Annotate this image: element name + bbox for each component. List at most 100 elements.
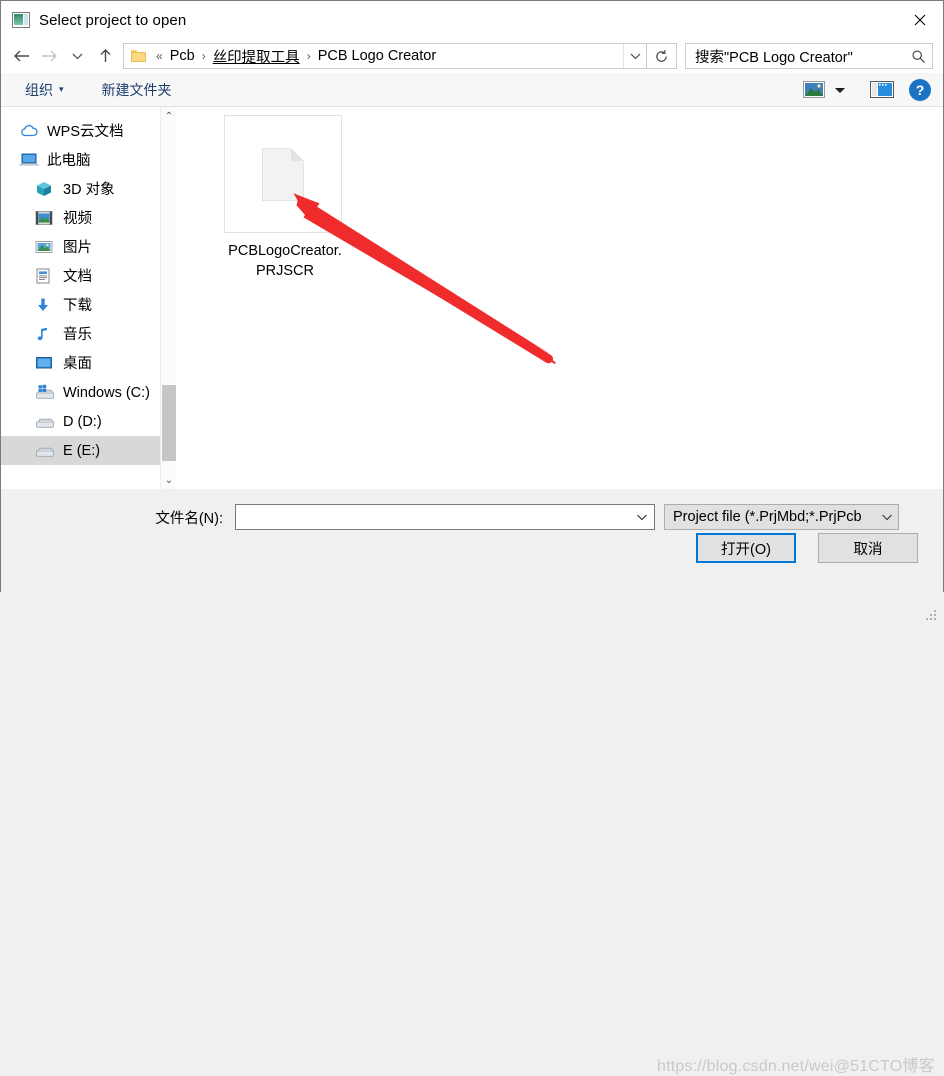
preview-pane-button[interactable] xyxy=(867,78,897,102)
folder-icon xyxy=(131,50,146,62)
sidebar-item-windows-c[interactable]: Windows (C:) xyxy=(1,378,177,407)
address-dropdown-button[interactable] xyxy=(623,44,646,68)
view-mode-icon xyxy=(803,81,825,98)
sidebar-item-wps-cloud[interactable]: WPS云文档 xyxy=(1,117,177,146)
drive-icon xyxy=(35,442,55,460)
chevron-down-icon xyxy=(882,514,892,521)
scrollbar-thumb[interactable] xyxy=(162,385,176,461)
window-title: Select project to open xyxy=(39,11,187,29)
view-dropdown-button[interactable] xyxy=(829,78,851,102)
breadcrumb-separator[interactable]: › xyxy=(198,49,210,63)
sidebar-list: WPS云文档 此电脑 3D 对象 视频 图片 文档 下载 音乐 桌面 Windo… xyxy=(1,107,177,465)
search-input[interactable]: 搜索"PCB Logo Creator" xyxy=(686,46,904,67)
sidebar-item-label: 文档 xyxy=(63,268,92,285)
sidebar-item-label: WPS云文档 xyxy=(47,123,124,140)
sidebar-item-label: 下载 xyxy=(63,297,92,314)
preview-pane-icon xyxy=(870,81,894,98)
resize-grip[interactable] xyxy=(926,610,938,622)
cloud-icon xyxy=(19,123,39,141)
refresh-icon xyxy=(656,49,667,62)
recent-locations-button[interactable] xyxy=(63,42,91,70)
sidebar-item-desktop[interactable]: 桌面 xyxy=(1,349,177,378)
back-arrow-icon xyxy=(13,50,29,62)
window-buttons xyxy=(897,1,943,39)
refresh-button[interactable] xyxy=(647,43,677,69)
sidebar-item-label: D (D:) xyxy=(63,413,102,430)
organize-button[interactable]: 组织 ▾ xyxy=(17,77,72,103)
sidebar-item-label: 视频 xyxy=(63,210,92,227)
change-view-button[interactable] xyxy=(799,78,829,102)
up-arrow-icon xyxy=(100,49,110,62)
title-bar: Select project to open xyxy=(1,1,943,39)
chevron-down-icon: ▾ xyxy=(59,84,64,94)
file-name-dropdown-button[interactable] xyxy=(630,513,654,521)
this-pc-icon xyxy=(18,152,40,170)
file-open-dialog: Select project to open « Pcb › 丝印提取工具 › … xyxy=(0,0,944,1075)
organize-label: 组织 xyxy=(25,81,53,98)
app-icon xyxy=(12,12,30,28)
downloads-icon xyxy=(35,297,55,315)
file-item[interactable]: PCBLogoCreator.PRJSCR xyxy=(224,115,346,281)
sidebar-item-pictures[interactable]: 图片 xyxy=(1,233,177,262)
file-thumbnail[interactable] xyxy=(224,115,342,233)
chevron-down-icon xyxy=(72,53,82,60)
generic-file-icon xyxy=(262,147,304,201)
file-type-dropdown-button[interactable] xyxy=(876,513,898,521)
file-type-value: Project file (*.PrjMbd;*.PrjPcb xyxy=(673,509,862,525)
sidebar-item-label: E (E:) xyxy=(63,442,101,459)
breadcrumb-item-silkscreen-tool[interactable]: 丝印提取工具 xyxy=(210,44,303,69)
breadcrumb-item-pcb[interactable]: Pcb xyxy=(167,46,198,66)
close-icon xyxy=(914,14,926,26)
back-button[interactable] xyxy=(7,42,35,70)
sidebar-item-downloads[interactable]: 下载 xyxy=(1,291,177,320)
new-folder-button[interactable]: 新建文件夹 xyxy=(94,77,180,103)
scroll-up-button[interactable]: ⌃ xyxy=(161,107,177,125)
drive-icon xyxy=(35,413,55,431)
chevron-down-icon xyxy=(637,514,647,521)
sidebar-item-documents[interactable]: 文档 xyxy=(1,262,177,291)
sidebar-item-label: 3D 对象 xyxy=(63,181,115,198)
desktop-icon xyxy=(35,355,55,373)
sidebar-item-3d-objects[interactable]: 3D 对象 xyxy=(1,175,177,204)
sidebar-scrollbar[interactable]: ⌃ ⌄ xyxy=(160,107,177,489)
address-bar[interactable]: « Pcb › 丝印提取工具 › PCB Logo Creator xyxy=(123,43,647,69)
help-button[interactable]: ? xyxy=(909,78,931,101)
up-button[interactable] xyxy=(91,42,119,70)
breadcrumb: « Pcb › 丝印提取工具 › PCB Logo Creator xyxy=(152,44,439,69)
magnifier-icon xyxy=(911,49,925,63)
breadcrumb-overflow[interactable]: « xyxy=(152,49,167,63)
close-button[interactable] xyxy=(897,1,943,39)
sidebar-item-label: Windows (C:) xyxy=(63,384,151,401)
sidebar-item-drive-e[interactable]: E (E:) xyxy=(1,436,177,465)
file-list-pane[interactable]: PCBLogoCreator.PRJSCR xyxy=(177,107,943,489)
search-box[interactable]: 搜索"PCB Logo Creator" xyxy=(685,43,933,69)
breadcrumb-separator[interactable]: › xyxy=(303,49,315,63)
file-name-row: 文件名(N): Project file (*.PrjMbd;*.PrjPcb xyxy=(1,489,943,530)
watermark: https://blog.csdn.net/wei@51CTO博客 xyxy=(657,1058,935,1075)
dialog-buttons: 打开(O) 取消 xyxy=(696,533,918,563)
open-button[interactable]: 打开(O) xyxy=(696,533,796,563)
file-name-label-text: 文件名(N): xyxy=(155,510,223,527)
pictures-icon xyxy=(35,239,55,257)
new-folder-label: 新建文件夹 xyxy=(101,81,172,98)
videos-icon xyxy=(35,210,55,228)
dialog-footer: 文件名(N): Project file (*.PrjMbd;*.PrjPcb … xyxy=(1,489,943,1075)
file-type-combo[interactable]: Project file (*.PrjMbd;*.PrjPcb xyxy=(664,504,899,530)
sidebar-item-videos[interactable]: 视频 xyxy=(1,204,177,233)
file-name-input[interactable] xyxy=(236,506,630,528)
help-label: ? xyxy=(915,81,925,98)
forward-button[interactable] xyxy=(35,42,63,70)
cancel-button[interactable]: 取消 xyxy=(818,533,918,563)
search-icon[interactable] xyxy=(904,49,932,64)
sidebar-item-label: 图片 xyxy=(63,239,92,256)
sidebar-item-label: 音乐 xyxy=(63,326,92,343)
scroll-down-button[interactable]: ⌄ xyxy=(161,471,177,489)
chevron-down-icon xyxy=(835,87,845,93)
sidebar-item-this-pc[interactable]: 此电脑 xyxy=(1,146,177,175)
navigation-bar: « Pcb › 丝印提取工具 › PCB Logo Creator 搜索"PCB… xyxy=(1,39,943,73)
file-name-combo[interactable] xyxy=(235,504,655,530)
file-name-label: PCBLogoCreator.PRJSCR xyxy=(228,243,342,279)
sidebar-item-drive-d[interactable]: D (D:) xyxy=(1,407,177,436)
breadcrumb-item-pcb-logo-creator[interactable]: PCB Logo Creator xyxy=(315,46,439,66)
sidebar-item-music[interactable]: 音乐 xyxy=(1,320,177,349)
